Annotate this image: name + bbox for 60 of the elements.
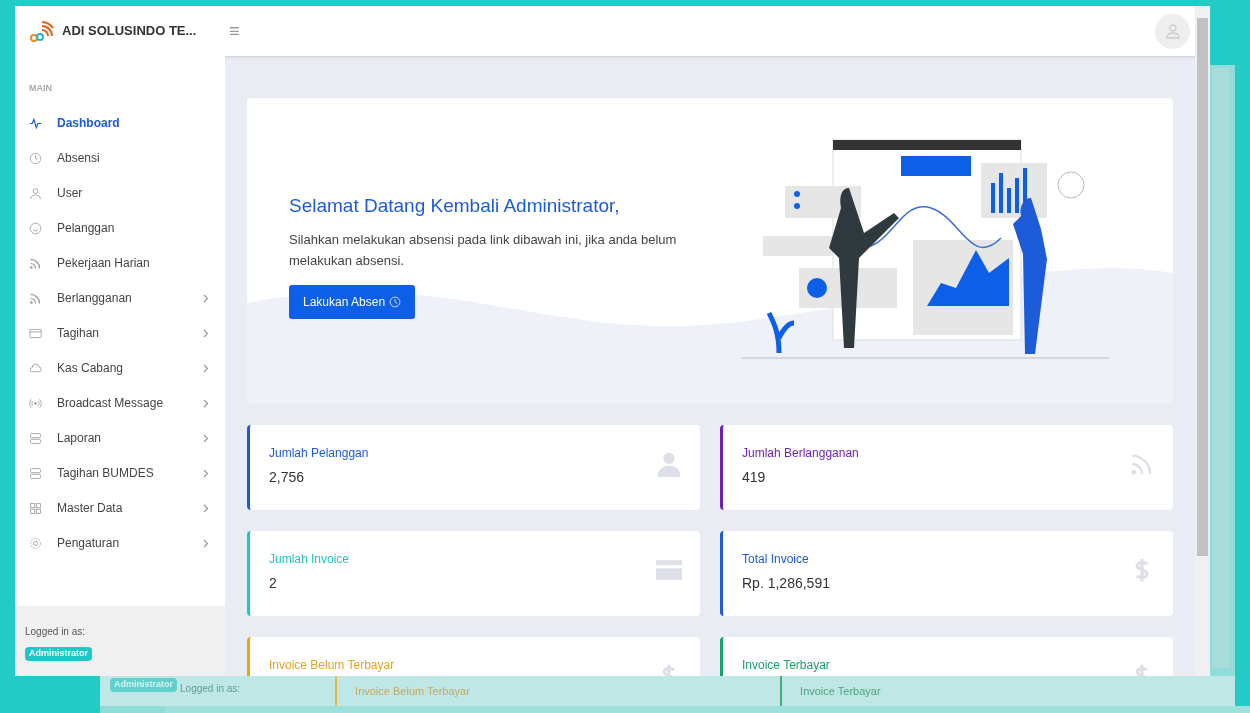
- nav-item[interactable]: Pelanggan: [15, 210, 225, 246]
- nav-item[interactable]: Berlangganan: [15, 280, 225, 316]
- chevron-icon: [203, 538, 209, 548]
- stat-label: Jumlah Invoice: [269, 551, 351, 568]
- chevron-icon: [203, 468, 209, 478]
- nav-item[interactable]: Broadcast Message: [15, 385, 225, 421]
- rss-icon: [29, 256, 42, 270]
- nav-item[interactable]: Dashboard: [15, 105, 225, 141]
- stat-label: Jumlah Berlangganan: [742, 445, 860, 462]
- nav-item[interactable]: Absensi: [15, 140, 225, 176]
- attendance-button[interactable]: Lakukan Absen: [289, 284, 416, 319]
- ghost-login-caption: Logged in as:: [180, 681, 241, 696]
- clock-icon: [29, 151, 42, 165]
- user-icon: [29, 186, 42, 200]
- scrollbar[interactable]: [1195, 6, 1210, 676]
- card-icon: [656, 557, 682, 583]
- chevron-icon: [203, 433, 209, 443]
- grid-icon: [29, 501, 42, 515]
- stat-label: Invoice Belum Terbayar: [269, 657, 396, 674]
- chevron-icon: [203, 328, 209, 338]
- section-label: MAIN: [28, 82, 53, 95]
- ghost-role-badge: Administrator: [110, 678, 177, 692]
- stat-label: Total Invoice: [742, 551, 810, 568]
- nav-item[interactable]: User: [15, 175, 225, 211]
- stat-value: Rp. 1,286,591: [742, 574, 831, 593]
- welcome-text: Silahkan melakukan absensi pada link dibawah ini, jika anda belum melakukan absensi.: [289, 230, 678, 270]
- chevron-icon: [203, 293, 209, 303]
- smiley-icon: [29, 221, 42, 235]
- login-caption: Logged in as:: [25, 625, 87, 639]
- stat-value: 419: [742, 468, 767, 487]
- nav-item[interactable]: Tagihan BUMDES: [15, 455, 225, 491]
- brand-name: ADI SOLUSINDO TE...: [62, 22, 197, 41]
- stat-label: Jumlah Pelanggan: [269, 445, 370, 462]
- server-icon: [29, 431, 42, 445]
- card-icon: [29, 326, 42, 340]
- user-icon: [656, 451, 682, 477]
- chevron-icon: [203, 398, 209, 408]
- nav-item[interactable]: Laporan: [15, 420, 225, 456]
- chevron-icon: [203, 363, 209, 373]
- stat-value: 2: [269, 574, 278, 593]
- cloud-icon: [29, 361, 42, 375]
- logo-icon: [30, 20, 54, 42]
- settings-icon: [29, 536, 42, 550]
- chevron-icon: [203, 503, 209, 513]
- role-badge: Administrator: [25, 647, 92, 661]
- avatar[interactable]: [1155, 13, 1190, 49]
- server-icon: [29, 466, 42, 480]
- welcome-title: Selamat Datang Kembali Administrator,: [289, 194, 621, 219]
- nav-item[interactable]: Tagihan: [15, 315, 225, 351]
- nav-item[interactable]: Pengaturan: [15, 525, 225, 561]
- clock-icon: [389, 295, 402, 308]
- nav-item[interactable]: Pekerjaan Harian: [15, 245, 225, 281]
- stat-label: Invoice Terbayar: [742, 657, 831, 674]
- stat-value: 2,756: [269, 468, 306, 487]
- rss-icon: [29, 291, 42, 305]
- pulse-icon: [29, 116, 42, 130]
- nav-item[interactable]: Kas Cabang: [15, 350, 225, 386]
- broadcast-icon: [29, 396, 42, 410]
- nav-item[interactable]: Master Data: [15, 490, 225, 526]
- user-icon: [1164, 23, 1181, 39]
